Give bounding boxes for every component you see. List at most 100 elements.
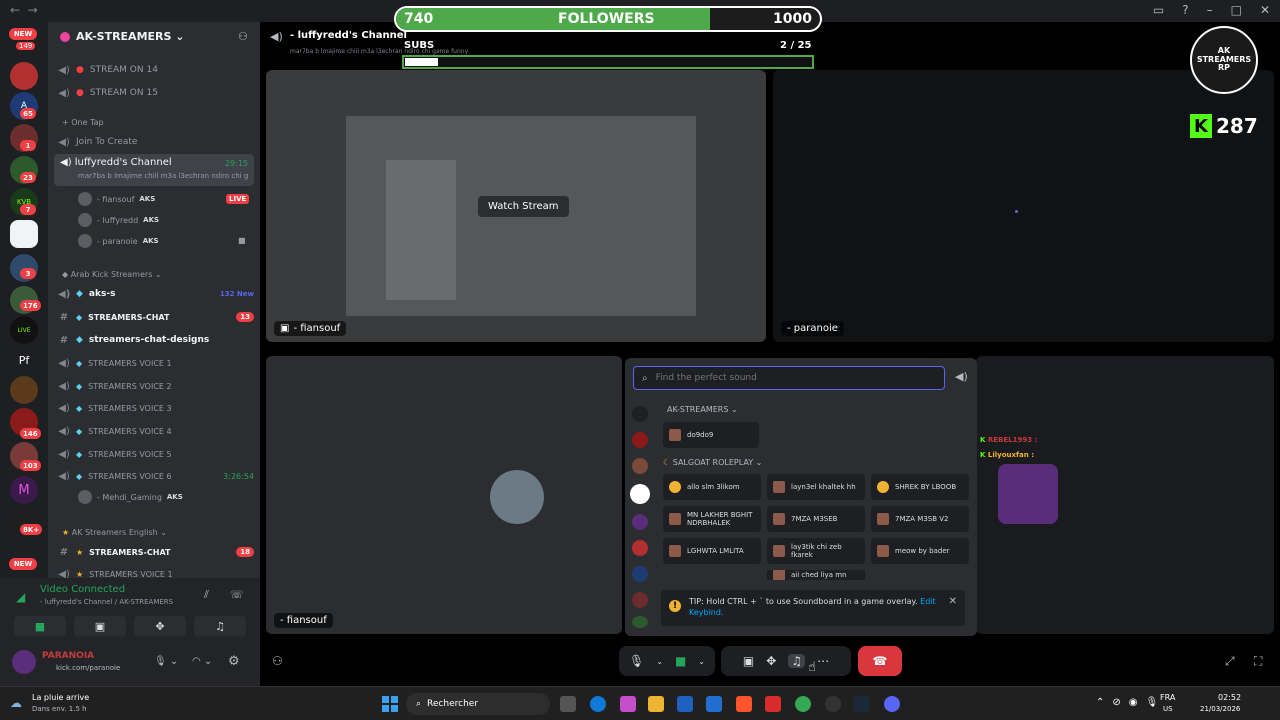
more-icon[interactable]: ⋯ [817, 654, 829, 668]
taskbar-search[interactable]: ⌕ Rechercher [406, 693, 550, 715]
language-label[interactable]: FRA [1160, 693, 1175, 702]
voice-channel[interactable]: ◀) Join To Create [58, 132, 254, 152]
close-icon[interactable]: ✕ [949, 596, 957, 607]
chevron-down-icon[interactable]: ⌄ [698, 657, 705, 666]
screenshare-button[interactable]: ▣ [74, 616, 126, 636]
activities-icon[interactable]: ✥ [766, 654, 776, 668]
soundboard-button[interactable]: ♫ [194, 616, 246, 636]
headphones-icon[interactable]: ◠ ⌄ [192, 656, 212, 667]
steam-icon[interactable] [854, 696, 870, 712]
file-explorer-icon[interactable] [648, 696, 664, 712]
chevron-down-icon[interactable]: ⌄ [656, 657, 663, 666]
server-name[interactable]: AK-STREAMERS ⌄ [76, 30, 184, 43]
store-icon[interactable] [677, 696, 693, 712]
task-view-icon[interactable] [560, 696, 576, 712]
camera-button[interactable]: ■ [14, 616, 66, 636]
sound-button[interactable]: MN LAKHER BGHIT NDRBHALEK [663, 506, 761, 532]
windows-start-icon[interactable] [382, 696, 398, 712]
camera-icon[interactable]: ■ [675, 654, 686, 668]
system-tray-icons[interactable]: ⌃⊘◉🎙 [1096, 697, 1166, 708]
voice-channel[interactable]: ◀) ◆ STREAMERS VOICE 1 [58, 353, 254, 373]
sound-button[interactable]: 7MZA M3SB V2 [871, 506, 969, 532]
settings-gear-icon[interactable]: ⚙ [228, 654, 240, 669]
stream-tile[interactable]: Watch Stream ▣ - fiansouf [266, 70, 766, 342]
username[interactable]: PARANOIA [42, 651, 94, 661]
activities-button[interactable]: ✥ [134, 616, 186, 636]
copilot-icon[interactable] [620, 696, 636, 712]
app-icon[interactable] [765, 696, 781, 712]
microphone-icon[interactable]: 🎙 ⌄ [154, 656, 178, 667]
clock-time[interactable]: 02:52 [1218, 693, 1241, 702]
sound-button[interactable]: allo slm 3likom [663, 474, 761, 500]
server-icon[interactable] [10, 62, 38, 90]
voice-channel[interactable]: ◀) ◆ STREAMERS VOICE 2 [58, 376, 254, 396]
voice-member[interactable]: - luffyredd AKS [78, 213, 159, 227]
server-icon[interactable] [632, 514, 648, 530]
server-icon[interactable] [632, 432, 648, 448]
microphone-icon[interactable]: 🎙 [629, 654, 644, 668]
video-tile[interactable]: - fiansouf [266, 356, 622, 634]
server-icon[interactable]: Pf [10, 346, 38, 374]
text-channel[interactable]: # ◆ streamers-chat-designs [58, 330, 254, 350]
server-icon[interactable] [632, 566, 648, 582]
voice-channel[interactable]: ◀) ★ STREAMERS VOICE 1 [58, 564, 254, 579]
weather-title[interactable]: La pluie arrive [32, 693, 89, 702]
voice-channel[interactable]: ◀) ◆ aks-s 132 New [58, 284, 254, 304]
chrome-icon[interactable] [795, 696, 811, 712]
noise-suppression-icon[interactable]: ⫽ [204, 588, 209, 602]
sound-button[interactable]: meow by bader [871, 538, 969, 564]
voice-channel[interactable]: ◀) ● STREAM ON 14 [58, 60, 254, 80]
sound-search-input[interactable] [655, 373, 916, 383]
watch-stream-button[interactable]: Watch Stream [478, 196, 569, 217]
hang-up-button[interactable]: ☎ [858, 646, 902, 676]
server-icon[interactable] [632, 540, 648, 556]
category-english[interactable]: ★ AK Streamers English ⌄ [62, 528, 167, 537]
screenshare-icon[interactable]: ▣ [743, 654, 754, 668]
brave-icon[interactable] [736, 696, 752, 712]
disconnect-icon[interactable]: ☏ [230, 588, 244, 601]
sound-button[interactable]: do9do9 [663, 422, 759, 448]
voice-member[interactable]: - paranoie AKS [78, 234, 159, 248]
category-onetap[interactable]: + One Tap [62, 118, 104, 127]
sound-group-header[interactable]: ☾ SALGOAT ROLEPLAY ⌄ [663, 458, 762, 467]
voice-channel[interactable]: ◀) ◆ STREAMERS VOICE 4 [58, 421, 254, 441]
voice-member[interactable]: - fiansouf AKS [78, 192, 155, 206]
video-tile[interactable]: - paranoie [773, 70, 1274, 342]
server-icon-selected[interactable] [10, 220, 38, 248]
add-member-icon[interactable]: ⚇ [238, 30, 248, 43]
server-icon[interactable] [632, 458, 648, 474]
volume-icon[interactable]: ◀) [955, 370, 968, 383]
popout-icon[interactable]: ⤢ [1225, 654, 1235, 669]
sound-button[interactable]: 7MZA M3SEB [767, 506, 865, 532]
add-person-icon[interactable]: ⚇ [272, 654, 283, 668]
maximize-button[interactable]: □ [1231, 3, 1242, 17]
inbox-icon[interactable]: ▭ [1153, 3, 1164, 17]
sound-button[interactable]: aii ched liya mn [767, 570, 865, 580]
user-avatar[interactable] [12, 650, 36, 674]
voice-channel[interactable]: ◀) ◆ STREAMERS VOICE 5 [58, 444, 254, 464]
text-channel[interactable]: # ◆ STREAMERS-CHAT 13 [58, 307, 254, 327]
server-icon[interactable] [632, 592, 648, 608]
close-button[interactable]: ✕ [1260, 3, 1270, 17]
voice-channel[interactable]: ◀) ◆ STREAMERS VOICE 3 [58, 398, 254, 418]
sound-group-header[interactable]: AK-STREAMERS ⌄ [667, 405, 738, 414]
voice-channel[interactable]: ◀) ● STREAM ON 15 [58, 83, 254, 103]
server-icon[interactable] [632, 406, 648, 422]
edge-icon[interactable] [590, 696, 606, 712]
fullscreen-icon[interactable]: ⛶ [1254, 654, 1262, 669]
server-icon[interactable]: LIVE [10, 316, 38, 344]
sound-button[interactable]: LGHWTA LMLITA [663, 538, 761, 564]
sound-search[interactable]: ⌕ [633, 366, 945, 390]
help-icon[interactable]: ? [1182, 3, 1188, 17]
sound-button[interactable]: SHREK BY LBOOB [871, 474, 969, 500]
outlook-icon[interactable] [706, 696, 722, 712]
back-icon[interactable]: ← → [10, 3, 38, 17]
server-icon[interactable] [10, 376, 38, 404]
current-channel[interactable]: ◀) luffyredd's Channel 29:15 mar7ba b lm… [54, 154, 254, 186]
voice-member[interactable]: - Mehdi_Gaming AKS [78, 490, 183, 504]
soundboard-icon[interactable]: ♫ [788, 654, 806, 668]
text-channel[interactable]: # ★ STREAMERS-CHAT 18 [58, 542, 254, 562]
voice-channel[interactable]: ◀) ◆ STREAMERS VOICE 6 3:26:54 [58, 466, 254, 486]
category-arab[interactable]: ◆ Arab Kick Streamers ⌄ [62, 270, 162, 279]
server-icon[interactable] [632, 616, 648, 628]
